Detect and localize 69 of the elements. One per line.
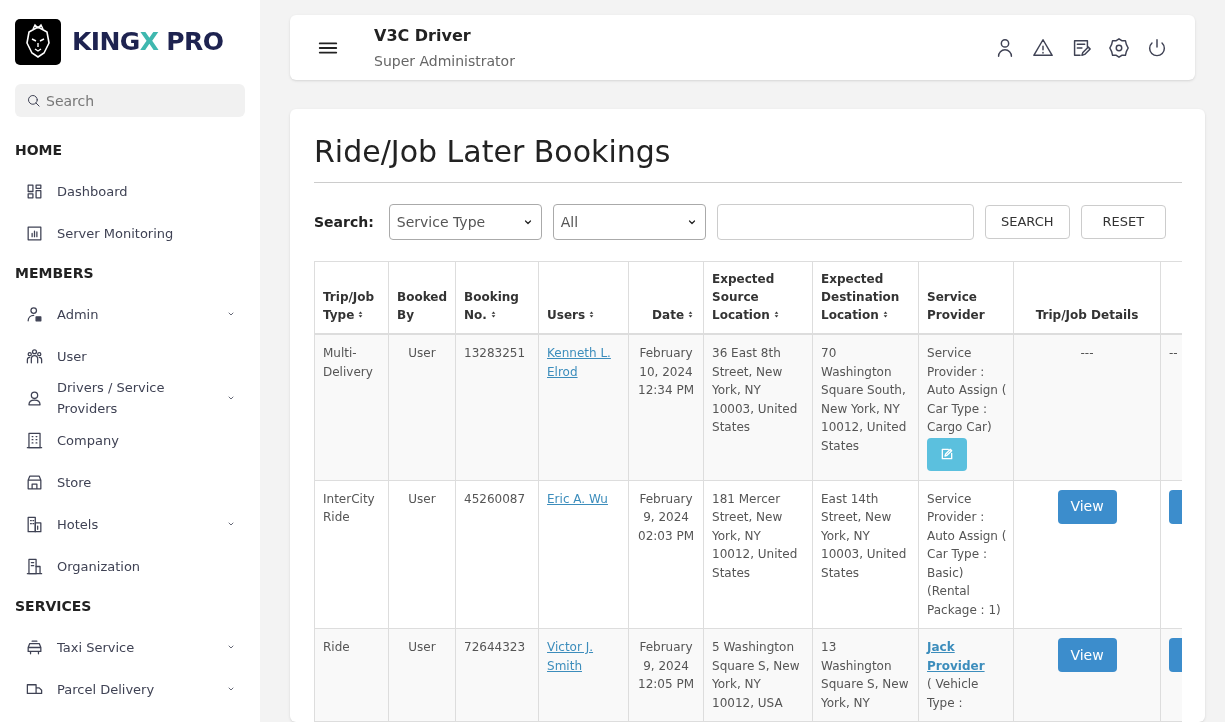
- section-heading: MEMBERS: [15, 264, 95, 283]
- table-cell: Ride: [323, 640, 350, 654]
- user-link[interactable]: Eric A. Wu: [547, 489, 621, 508]
- page-title: Ride/Job Later Bookings: [314, 129, 1182, 183]
- table-cell: 13283251: [464, 346, 526, 360]
- column-header[interactable]: Date: [628, 261, 704, 334]
- table-cell: 5 Washington Square S, New York, NY 10012, USA: [712, 640, 800, 710]
- filter-label: Search:: [314, 212, 374, 232]
- table-cell: 181 Mercer Street, New York, NY 10012, United States: [712, 491, 798, 580]
- sidebar-item[interactable]: Hotels: [15, 503, 245, 545]
- column-header[interactable]: Trip/Job Type: [314, 261, 389, 334]
- table-cell: 72644323: [464, 640, 526, 654]
- table-cell: Multi-Delivery: [323, 346, 373, 379]
- table-cell: 70 Washington Square South, New York, NY 10012, United States: [821, 346, 907, 453]
- search-input[interactable]: [716, 204, 974, 240]
- sidebar-item[interactable]: Organization: [15, 545, 245, 587]
- app-title: V3C Driver: [374, 24, 472, 47]
- table-cell: ---: [1080, 346, 1094, 360]
- sidebar-item[interactable]: Parcel Delivery: [15, 668, 245, 710]
- column-header[interactable]: Expected Destination Location: [812, 261, 919, 334]
- sidebar-item[interactable]: User: [15, 335, 245, 377]
- warning-icon[interactable]: [1032, 36, 1054, 59]
- select-field[interactable]: All: [552, 204, 706, 240]
- table-cell-text: Service Provider : Auto Assign ( Car Type : Basic) (Rental Package : 1): [927, 490, 1008, 619]
- table-cell: 13 Washington Square S, New York, NY: [821, 640, 909, 710]
- sidebar-item[interactable]: Admin: [15, 293, 245, 335]
- user-lock-icon: [25, 304, 44, 324]
- table-cell: February 9, 2024 02:03 PM: [638, 491, 695, 543]
- section-heading: HOME: [15, 141, 64, 160]
- section-heading: SERVICES: [15, 597, 93, 616]
- filter-button[interactable]: RESET: [1080, 205, 1166, 239]
- column-header: Booked By: [388, 261, 456, 334]
- sidebar-item[interactable]: Taxi Service: [15, 626, 245, 668]
- select-field[interactable]: Service Type: [388, 204, 542, 240]
- office-icon: [25, 556, 44, 576]
- table-cell: User: [408, 491, 436, 506]
- lion-logo-icon: [15, 19, 61, 65]
- column-header[interactable]: Expected Source Location: [703, 261, 813, 334]
- sidebar-item[interactable]: Drivers / Service Providers: [15, 377, 245, 419]
- sidebar-item[interactable]: Server Monitoring: [15, 212, 245, 254]
- sidebar-item[interactable]: Store: [15, 461, 245, 503]
- column-header[interactable]: Booking No.: [455, 261, 539, 334]
- users-icon: [25, 346, 44, 366]
- table-cell: 45260087: [464, 491, 526, 506]
- table-cell-text: Service Provider : Auto Assign ( Car Type : Cargo Car): [927, 345, 1008, 436]
- table-cell: February 9, 2024 12:05 PM: [638, 640, 695, 691]
- column-header: Service Provider: [918, 261, 1014, 334]
- search-field[interactable]: Search: [15, 84, 245, 117]
- power-icon[interactable]: [1146, 36, 1168, 59]
- sidebar-item[interactable]: Company: [15, 419, 245, 461]
- table-cell: User: [408, 640, 436, 654]
- user-role: Super Administrator: [374, 51, 516, 71]
- column-header: Trip/Job Details: [1013, 261, 1161, 334]
- column-header[interactable]: Users: [538, 261, 629, 334]
- building-icon: [25, 430, 44, 450]
- table-cell-text: ( Vehicle Type :: [927, 676, 980, 712]
- view-button[interactable]: View: [1057, 638, 1117, 672]
- table-cell: 36 East 8th Street, New York, NY 10003, United States: [712, 346, 798, 434]
- table-cell: User: [408, 346, 436, 360]
- table-cell: --: [1169, 346, 1178, 360]
- settings-icon[interactable]: [1108, 36, 1130, 59]
- sidebar-item[interactable]: Dashboard: [15, 170, 245, 212]
- filter-button[interactable]: SEARCH: [984, 205, 1070, 239]
- table-cell: InterCity Ride: [323, 491, 375, 524]
- brand-name: KINGX PRO: [72, 26, 224, 59]
- hotel-icon: [25, 514, 44, 534]
- table-cell: East 14th Street, New York, NY 10003, United States: [821, 491, 907, 580]
- view-button[interactable]: View: [1057, 489, 1117, 524]
- table-cell: February 10, 2024 12:34 PM: [638, 346, 695, 397]
